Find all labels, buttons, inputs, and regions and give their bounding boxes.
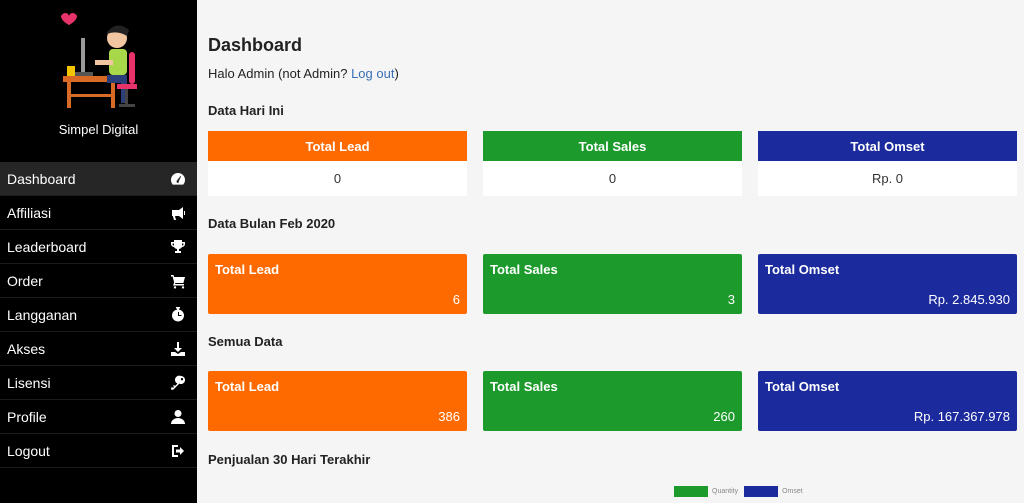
card-header: Total Lead <box>208 131 467 161</box>
sidebar-item-logout[interactable]: Logout <box>0 434 197 468</box>
month-omset-card: Total Omset Rp. 2.845.930 <box>758 254 1017 314</box>
sidebar-item-order[interactable]: Order <box>0 264 197 298</box>
sidebar-menu: Dashboard Affiliasi Leaderboard Order La… <box>0 162 197 468</box>
greeting: Halo Admin (not Admin? Log out) <box>208 66 399 81</box>
legend-label: Omset <box>782 488 803 495</box>
sidebar-item-profile[interactable]: Profile <box>0 400 197 434</box>
greeting-prefix: Halo Admin (not Admin? <box>208 66 352 81</box>
section-title-chart: Penjualan 30 Hari Terakhir <box>208 452 371 467</box>
card-label: Total Sales <box>490 262 558 277</box>
card-label: Total Lead <box>215 379 280 394</box>
sidebar-item-akses[interactable]: Akses <box>0 332 197 366</box>
sidebar-item-lisensi[interactable]: Lisensi <box>0 366 197 400</box>
sidebar: Simpel Digital Dashboard Affiliasi Leade… <box>0 0 197 503</box>
key-icon <box>169 374 187 392</box>
card-value: 0 <box>483 161 742 196</box>
logout-link[interactable]: Log out <box>351 66 394 81</box>
sidebar-item-label: Leaderboard <box>7 238 87 255</box>
sidebar-item-label: Akses <box>7 340 46 357</box>
card-label: Total Sales <box>490 379 558 394</box>
section-title-today: Data Hari Ini <box>208 103 284 118</box>
dashboard-icon <box>169 170 187 188</box>
legend-item-quantity[interactable]: Quantity <box>674 486 738 497</box>
today-lead-card: Total Lead 0 <box>208 131 467 196</box>
sidebar-item-label: Langganan <box>7 306 78 323</box>
sidebar-item-label: Affiliasi <box>7 204 52 221</box>
card-label: Total Omset <box>765 379 840 394</box>
legend-item-omset[interactable]: Omset <box>744 486 803 497</box>
card-value: 386 <box>438 409 460 424</box>
card-value: Rp. 0 <box>758 161 1017 196</box>
chart-legend: Quantity Omset <box>674 486 809 497</box>
trophy-icon <box>169 238 187 256</box>
download-icon <box>169 340 187 358</box>
sidebar-item-label: Profile <box>7 408 47 425</box>
main-content: Dashboard Halo Admin (not Admin? Log out… <box>197 0 1024 503</box>
profile-area: Simpel Digital <box>0 0 197 162</box>
sidebar-item-dashboard[interactable]: Dashboard <box>0 162 197 196</box>
card-header: Total Sales <box>483 131 742 161</box>
card-value: Rp. 2.845.930 <box>928 292 1010 307</box>
legend-label: Quantity <box>712 488 739 495</box>
card-value: Rp. 167.367.978 <box>913 409 1010 424</box>
cart-icon <box>169 272 187 290</box>
card-value: 3 <box>727 292 735 307</box>
site-name: Simpel Digital <box>58 122 139 137</box>
all-sales-card: Total Sales 260 <box>483 371 742 431</box>
avatar <box>61 13 137 108</box>
card-value: 260 <box>713 409 735 424</box>
section-title-month: Data Bulan Feb 2020 <box>208 216 336 231</box>
sidebar-item-label: Order <box>7 272 43 289</box>
legend-swatch <box>744 486 779 497</box>
sidebar-item-label: Dashboard <box>7 170 76 187</box>
today-sales-card: Total Sales 0 <box>483 131 742 196</box>
all-lead-card: Total Lead 386 <box>208 371 467 431</box>
today-omset-card: Total Omset Rp. 0 <box>758 131 1017 196</box>
stopwatch-icon <box>169 306 187 324</box>
logout-icon <box>169 442 187 460</box>
greeting-suffix: ) <box>394 66 399 81</box>
sidebar-item-label: Logout <box>7 442 50 459</box>
section-title-all: Semua Data <box>208 334 283 349</box>
all-omset-card: Total Omset Rp. 167.367.978 <box>758 371 1017 431</box>
card-value: 6 <box>452 292 460 307</box>
user-icon <box>169 408 187 426</box>
sidebar-item-label: Lisensi <box>7 374 51 391</box>
sidebar-item-langganan[interactable]: Langganan <box>0 298 197 332</box>
month-lead-card: Total Lead 6 <box>208 254 467 314</box>
card-label: Total Lead <box>215 262 280 277</box>
card-label: Total Omset <box>765 262 840 277</box>
card-header: Total Omset <box>758 131 1017 161</box>
sidebar-item-leaderboard[interactable]: Leaderboard <box>0 230 197 264</box>
legend-swatch <box>674 486 708 497</box>
month-sales-card: Total Sales 3 <box>483 254 742 314</box>
megaphone-icon <box>169 204 187 222</box>
sidebar-item-affiliasi[interactable]: Affiliasi <box>0 196 197 230</box>
card-value: 0 <box>208 161 467 196</box>
page-title: Dashboard <box>208 35 303 55</box>
